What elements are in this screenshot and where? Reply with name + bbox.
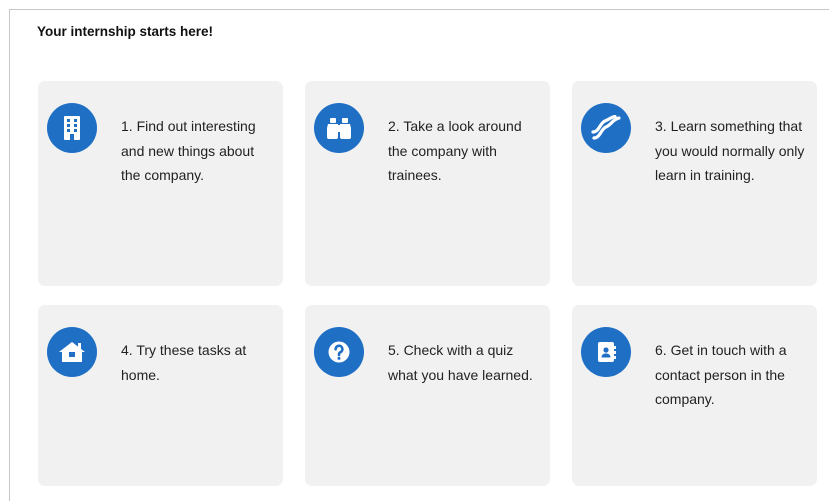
card-find-out[interactable]: 1. Find out interesting and new things a…: [38, 81, 283, 286]
card-learn-something[interactable]: 3. Learn something that you would normal…: [572, 81, 817, 286]
card-text: 3. Learn something that you would normal…: [655, 118, 805, 183]
binoculars-icon: [314, 103, 364, 153]
card-contact-person[interactable]: 6. Get in touch with a contact person in…: [572, 305, 817, 486]
contact-book-icon: [581, 327, 631, 377]
wave-icon: [581, 103, 631, 153]
card-text: 2. Take a look around the company with t…: [388, 118, 522, 183]
card-text: 6. Get in touch with a contact person in…: [655, 342, 787, 407]
card-look-around[interactable]: 2. Take a look around the company with t…: [305, 81, 550, 286]
card-quiz[interactable]: 5. Check with a quiz what you have learn…: [305, 305, 550, 486]
card-tasks-at-home[interactable]: 4. Try these tasks at home.: [38, 305, 283, 486]
building-icon: [47, 103, 97, 153]
home-icon: [47, 327, 97, 377]
question-icon: [314, 327, 364, 377]
card-text: 1. Find out interesting and new things a…: [121, 118, 256, 183]
card-text: 4. Try these tasks at home.: [121, 342, 247, 383]
card-text: 5. Check with a quiz what you have learn…: [388, 342, 533, 383]
page-title: Your internship starts here!: [37, 24, 214, 39]
